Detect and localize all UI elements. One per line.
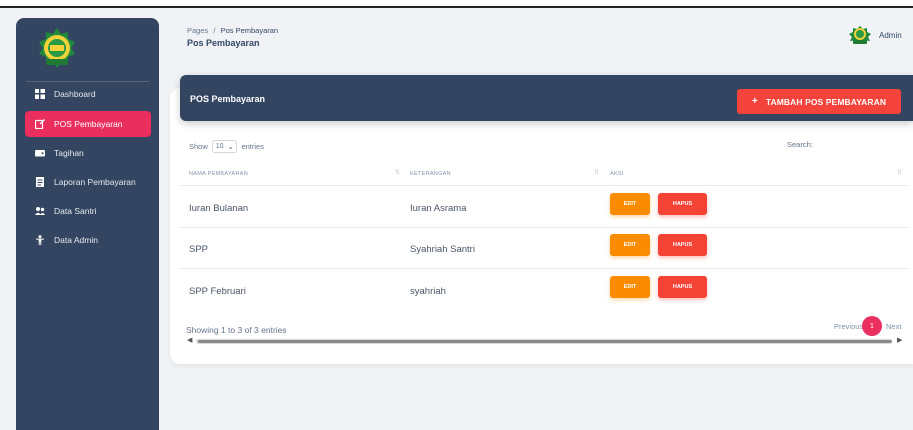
sidebar-item-label: Data Admin bbox=[54, 235, 98, 245]
sidebar: Dashboard POS Pembayaran Tagihan Laporan… bbox=[16, 18, 159, 430]
column-header-keterangan[interactable]: KETERANGAN bbox=[410, 171, 451, 177]
pos-table-card bbox=[170, 88, 913, 364]
show-label: Show bbox=[189, 142, 208, 151]
table-cell-nama: SPP bbox=[189, 244, 209, 255]
scroll-left-arrow[interactable]: ◀ bbox=[187, 336, 192, 344]
table-cell-nama: Iuran Bulanan bbox=[189, 203, 249, 214]
hapus-button[interactable]: HAPUS bbox=[658, 276, 707, 298]
column-header-aksi[interactable]: AKSI bbox=[610, 171, 624, 177]
page-title: Pos Pembayaran bbox=[187, 38, 260, 48]
pos-edit-icon bbox=[35, 119, 45, 129]
breadcrumb: Pages / Pos Pembayaran bbox=[187, 26, 278, 35]
table-divider bbox=[180, 268, 908, 269]
report-icon bbox=[35, 177, 45, 187]
avatar[interactable] bbox=[848, 25, 872, 46]
table-cell-keterangan: Iuran Asrama bbox=[410, 203, 467, 214]
sidebar-item-label: Laporan Pembayaran bbox=[54, 177, 136, 187]
pagination-page-1[interactable]: 1 bbox=[862, 316, 882, 336]
sidebar-item-data-santri[interactable]: Data Santri bbox=[25, 198, 151, 224]
entries-label: entries bbox=[241, 142, 264, 151]
card-title: POS Pembayaran bbox=[190, 94, 266, 104]
edit-button[interactable]: EDIT bbox=[610, 276, 650, 298]
table-cell-nama: SPP Februari bbox=[189, 286, 246, 297]
sidebar-item-data-admin[interactable]: Data Admin bbox=[25, 227, 151, 253]
users-icon bbox=[35, 206, 45, 216]
sidebar-item-label: POS Pembayaran bbox=[54, 119, 123, 129]
sidebar-item-label: Data Santri bbox=[54, 206, 97, 216]
edit-button[interactable]: EDIT bbox=[610, 193, 650, 215]
sidebar-item-dashboard[interactable]: Dashboard bbox=[25, 81, 151, 107]
sort-icon[interactable]: ⇅ bbox=[594, 169, 599, 176]
table-info: Showing 1 to 3 of 3 entries bbox=[186, 325, 287, 335]
dashboard-icon bbox=[35, 89, 45, 99]
sidebar-item-pos-pembayaran[interactable]: POS Pembayaran bbox=[25, 111, 151, 137]
sidebar-item-label: Dashboard bbox=[54, 89, 96, 99]
table-divider bbox=[180, 227, 908, 228]
hapus-button[interactable]: HAPUS bbox=[658, 193, 707, 215]
pagination-next[interactable]: Next bbox=[886, 322, 901, 331]
pesantren-crest-logo bbox=[39, 28, 75, 68]
sidebar-item-label: Tagihan bbox=[54, 148, 84, 158]
table-cell-keterangan: Syahriah Santri bbox=[410, 244, 475, 255]
sort-icon[interactable]: ⇅ bbox=[897, 169, 902, 176]
table-divider bbox=[180, 185, 908, 186]
breadcrumb-current: Pos Pembayaran bbox=[220, 26, 279, 35]
sidebar-item-laporan-pembayaran[interactable]: Laporan Pembayaran bbox=[25, 169, 151, 195]
pagination-previous[interactable]: Previous bbox=[834, 322, 863, 331]
table-cell-keterangan: syahriah bbox=[410, 286, 446, 297]
breadcrumb-root[interactable]: Pages bbox=[187, 26, 208, 35]
entries-length-control: Show 10 ⌄ entries bbox=[189, 140, 264, 153]
add-pos-button[interactable]: + TAMBAH POS PEMBAYARAN bbox=[737, 89, 901, 114]
add-pos-button-label: TAMBAH POS PEMBAYARAN bbox=[765, 96, 887, 107]
entries-value: 10 bbox=[215, 143, 224, 150]
breadcrumb-separator: / bbox=[213, 26, 216, 35]
plus-icon: + bbox=[751, 96, 758, 107]
edit-button[interactable]: EDIT bbox=[610, 234, 650, 256]
sort-icon[interactable]: ⇅ bbox=[395, 169, 400, 176]
hapus-button[interactable]: HAPUS bbox=[658, 234, 707, 256]
scroll-right-arrow[interactable]: ▶ bbox=[897, 336, 902, 344]
wallet-icon bbox=[35, 148, 45, 158]
search-label: Search: bbox=[787, 140, 813, 149]
column-header-nama[interactable]: NAMA PEMBAYARAN bbox=[189, 171, 248, 177]
user-name[interactable]: Admin bbox=[879, 31, 902, 40]
scrollbar-thumb[interactable] bbox=[198, 340, 892, 343]
entries-select[interactable]: 10 ⌄ bbox=[211, 140, 238, 153]
person-icon bbox=[35, 235, 45, 245]
chevron-down-icon: ⌄ bbox=[227, 143, 234, 151]
sidebar-item-tagihan[interactable]: Tagihan bbox=[25, 140, 151, 166]
